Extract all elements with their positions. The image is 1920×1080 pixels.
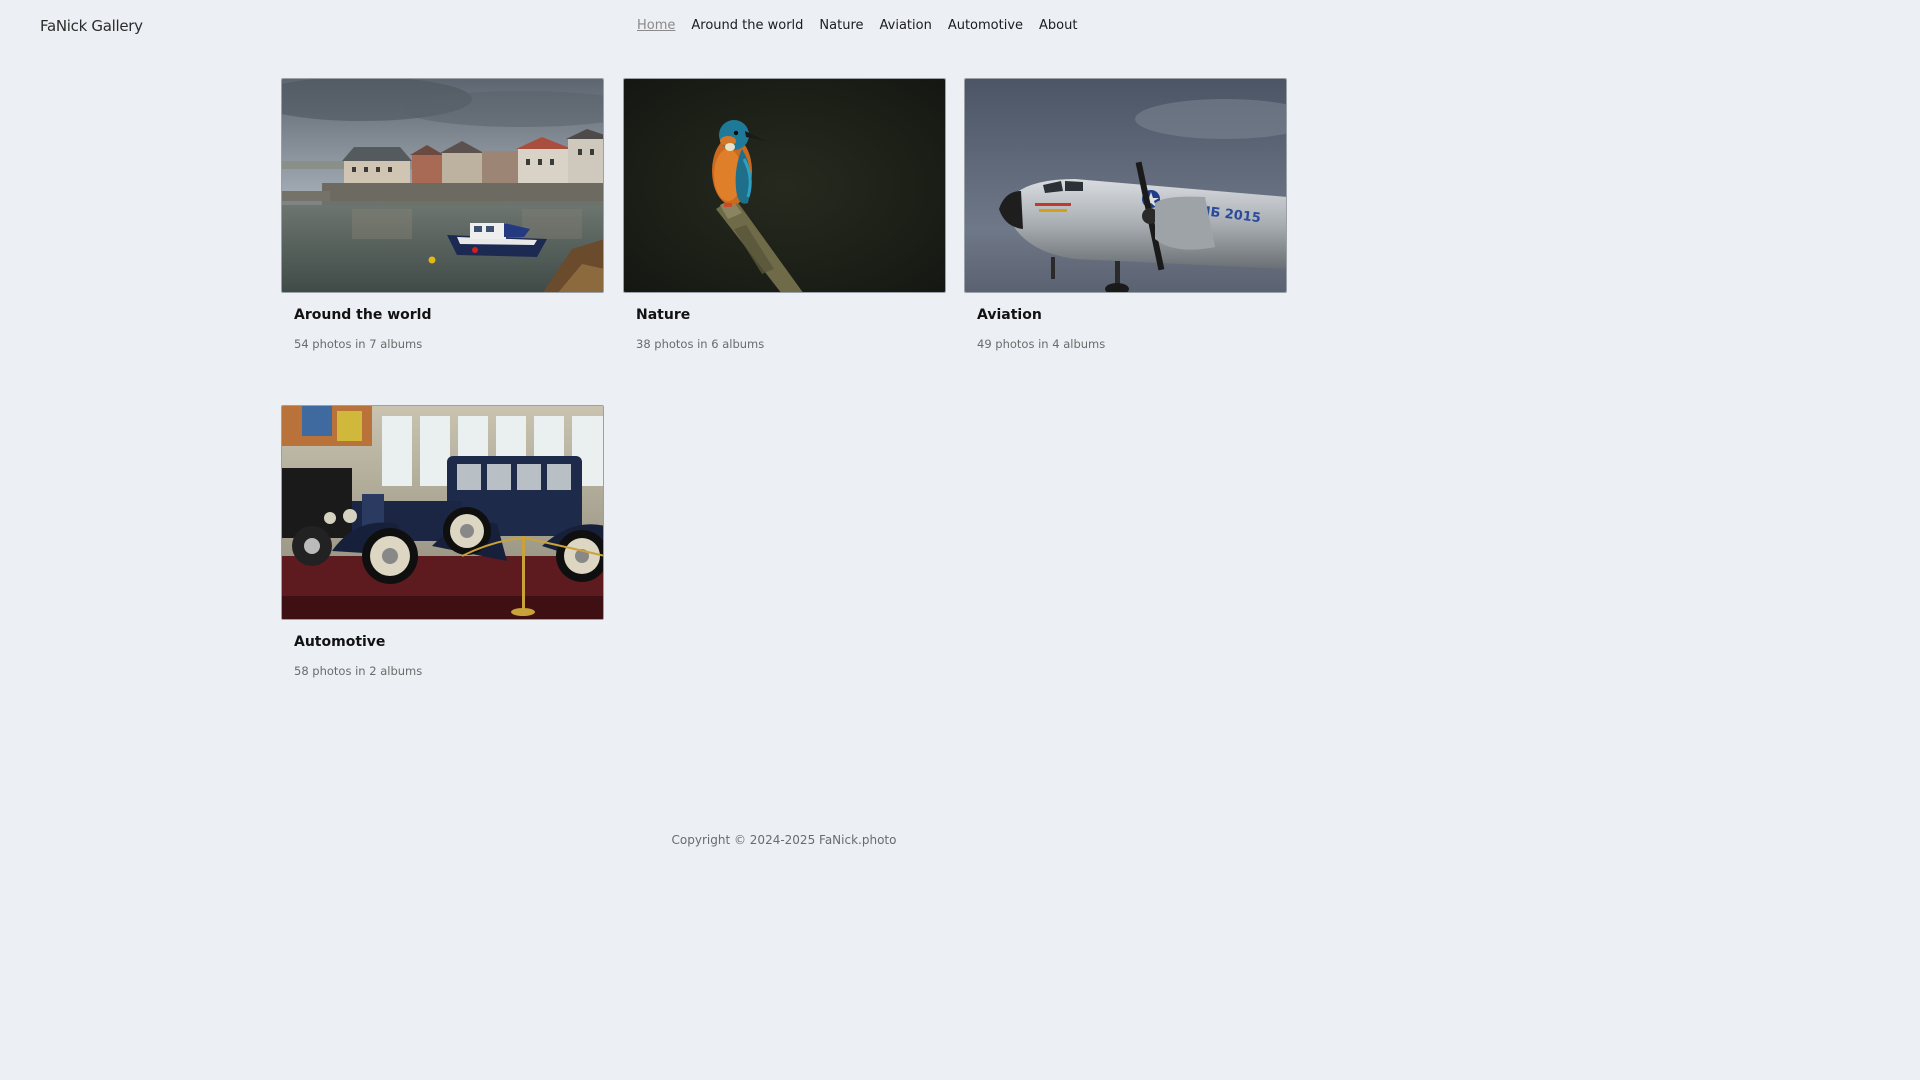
nav-item-aviation[interactable]: Aviation bbox=[880, 18, 932, 33]
category-title[interactable]: Automotive bbox=[294, 634, 385, 650]
site-logo[interactable]: FaNick Gallery bbox=[40, 17, 143, 35]
category-title[interactable]: Around the world bbox=[294, 307, 432, 323]
nav-item-automotive[interactable]: Automotive bbox=[948, 18, 1023, 33]
harbour-boat-photo[interactable] bbox=[281, 78, 604, 293]
vintage-aircraft-photo[interactable]: АЛСИБ 2015 bbox=[964, 78, 1287, 293]
kingfisher-photo[interactable] bbox=[623, 78, 946, 293]
nav-item-about[interactable]: About bbox=[1039, 18, 1077, 33]
category-card-around-the-world: Around the world 54 photos in 7 albums bbox=[281, 78, 604, 351]
category-meta: 38 photos in 6 albums bbox=[636, 337, 765, 351]
nav-item-nature[interactable]: Nature bbox=[819, 18, 863, 33]
category-card-nature: Nature 38 photos in 6 albums bbox=[623, 78, 946, 351]
category-card-automotive: Automotive 58 photos in 2 albums bbox=[281, 405, 604, 678]
category-title[interactable]: Nature bbox=[636, 307, 690, 323]
nav-item-around-the-world[interactable]: Around the world bbox=[691, 18, 803, 33]
category-meta: 54 photos in 7 albums bbox=[294, 337, 423, 351]
copyright-text: Copyright © 2024-2025 FaNick.photo bbox=[671, 833, 897, 847]
category-title[interactable]: Aviation bbox=[977, 307, 1042, 323]
category-meta: 49 photos in 4 albums bbox=[977, 337, 1106, 351]
nav-item-home[interactable]: Home bbox=[637, 18, 675, 33]
category-meta: 58 photos in 2 albums bbox=[294, 664, 423, 678]
main-nav: Home Around the world Nature Aviation Au… bbox=[637, 18, 1077, 33]
category-card-aviation: АЛСИБ 2015 Aviation 49 photos in 4 album… bbox=[964, 78, 1287, 351]
vintage-car-photo[interactable] bbox=[281, 405, 604, 620]
site-footer: Copyright © 2024-2025 FaNick.photo bbox=[0, 833, 1568, 847]
site-header: FaNick Gallery Home Around the world Nat… bbox=[0, 0, 1568, 52]
